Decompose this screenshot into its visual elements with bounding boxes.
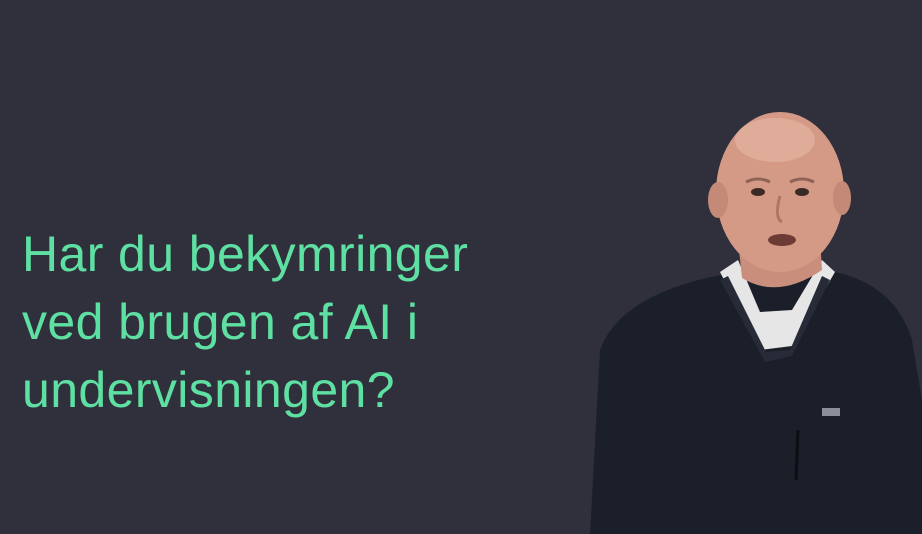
- video-frame: Har du bekymringer ved brugen af AI i un…: [0, 0, 922, 534]
- speaker-photo: [590, 112, 922, 534]
- sweater-logo: [822, 408, 840, 416]
